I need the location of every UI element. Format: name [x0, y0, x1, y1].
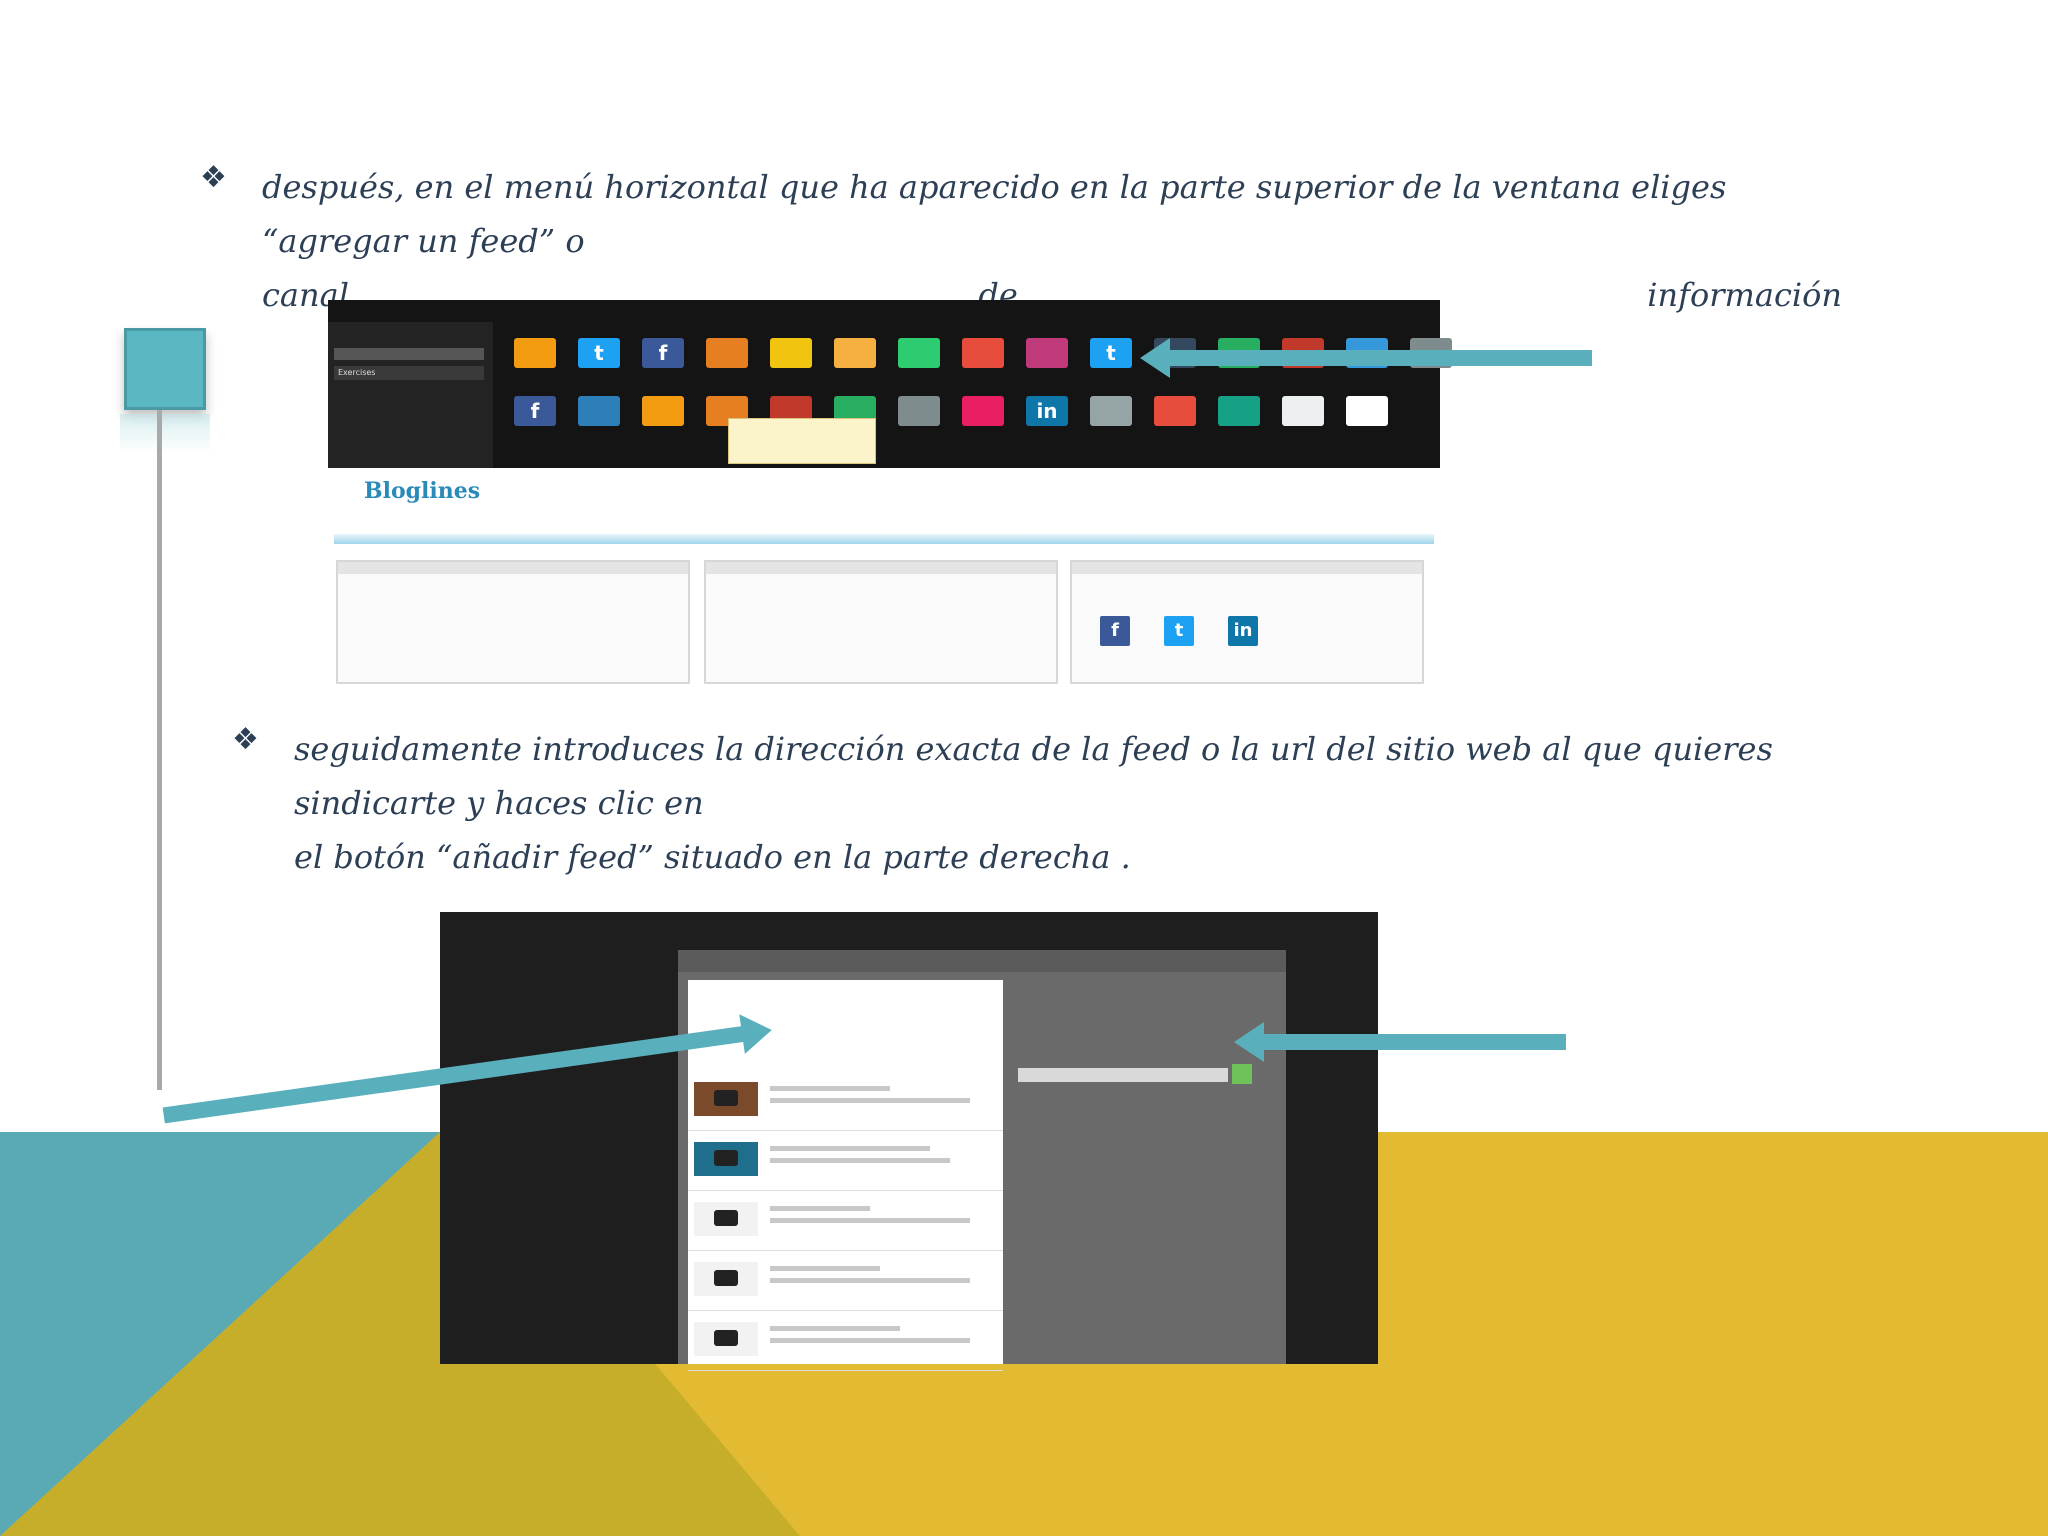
- screenshot-sidebar: Exercises: [328, 322, 493, 468]
- list-item: [688, 1190, 1003, 1251]
- modal-title-bar: [678, 950, 1286, 972]
- widget-preview-screenshot: [440, 912, 1378, 1371]
- bullet-diamond-icon: ❖: [232, 722, 259, 757]
- widget-tile-icon: [898, 338, 940, 368]
- bullet-1-word-3: información: [1647, 276, 1842, 314]
- widget-tile-icon: [578, 396, 620, 426]
- bullet-1-line-1: después, en el menú horizontal que ha ap…: [262, 168, 1727, 260]
- destination-select: [1018, 1068, 1228, 1082]
- screenshot-panel-news: [336, 560, 690, 684]
- bullet-diamond-icon: ❖: [200, 160, 227, 195]
- add-feed-button: [1232, 1064, 1252, 1084]
- sidebar-item-exercises: Exercises: [334, 366, 484, 380]
- widget-tile-icon: [1218, 396, 1260, 426]
- widget-tile-icon: [898, 396, 940, 426]
- list-item: [688, 1070, 1003, 1131]
- list-item: [688, 1310, 1003, 1371]
- twitter-icon: t: [1164, 616, 1194, 646]
- widget-tile-icon: in: [1026, 396, 1068, 426]
- widget-tile-icon: [962, 338, 1004, 368]
- widget-tile-icon: f: [514, 396, 556, 426]
- bullet-text-1: después, en el menú horizontal que ha ap…: [262, 160, 1842, 322]
- widget-tile-icon: [1090, 396, 1132, 426]
- widget-tile-icon: [770, 338, 812, 368]
- widget-tile-icon: [1154, 396, 1196, 426]
- pointer-arrow-right: [1234, 1022, 1566, 1062]
- bullet-2-line-1: seguidamente introduces la dirección exa…: [294, 730, 1773, 822]
- decorative-vertical-line: [157, 410, 162, 1090]
- widget-tile-icon: f: [642, 338, 684, 368]
- list-item: [688, 1250, 1003, 1311]
- widget-tile-icon: t: [578, 338, 620, 368]
- widget-menu-bar: [328, 300, 1440, 468]
- widget-tile-icon: [834, 338, 876, 368]
- widget-tile-icon: t: [1090, 338, 1132, 368]
- linkedin-icon: in: [1228, 616, 1258, 646]
- facebook-icon: f: [1100, 616, 1130, 646]
- screenshot-search-field: [334, 348, 484, 360]
- pointer-arrow-top: [1140, 338, 1592, 378]
- widget-tile-icon: [642, 396, 684, 426]
- widget-tile-icon: [1026, 338, 1068, 368]
- widget-tile-icon: [514, 338, 556, 368]
- widget-tile-icon: [962, 396, 1004, 426]
- bloglines-logo: Bloglines: [364, 478, 481, 504]
- widget-tile-icon: [706, 338, 748, 368]
- list-item: [688, 1130, 1003, 1191]
- bullet-2-line-2: el botón “añadir feed” situado en la par…: [294, 838, 1131, 876]
- bullet-text-2: seguidamente introduces la dirección exa…: [294, 722, 1884, 884]
- blue-divider-bar: [334, 534, 1434, 544]
- tooltip-box: [728, 418, 876, 464]
- widget-tile-icon: [1282, 396, 1324, 426]
- screenshot-panel-twitter: [704, 560, 1058, 684]
- decorative-square: [120, 328, 210, 454]
- widget-tile-icon: [1346, 396, 1388, 426]
